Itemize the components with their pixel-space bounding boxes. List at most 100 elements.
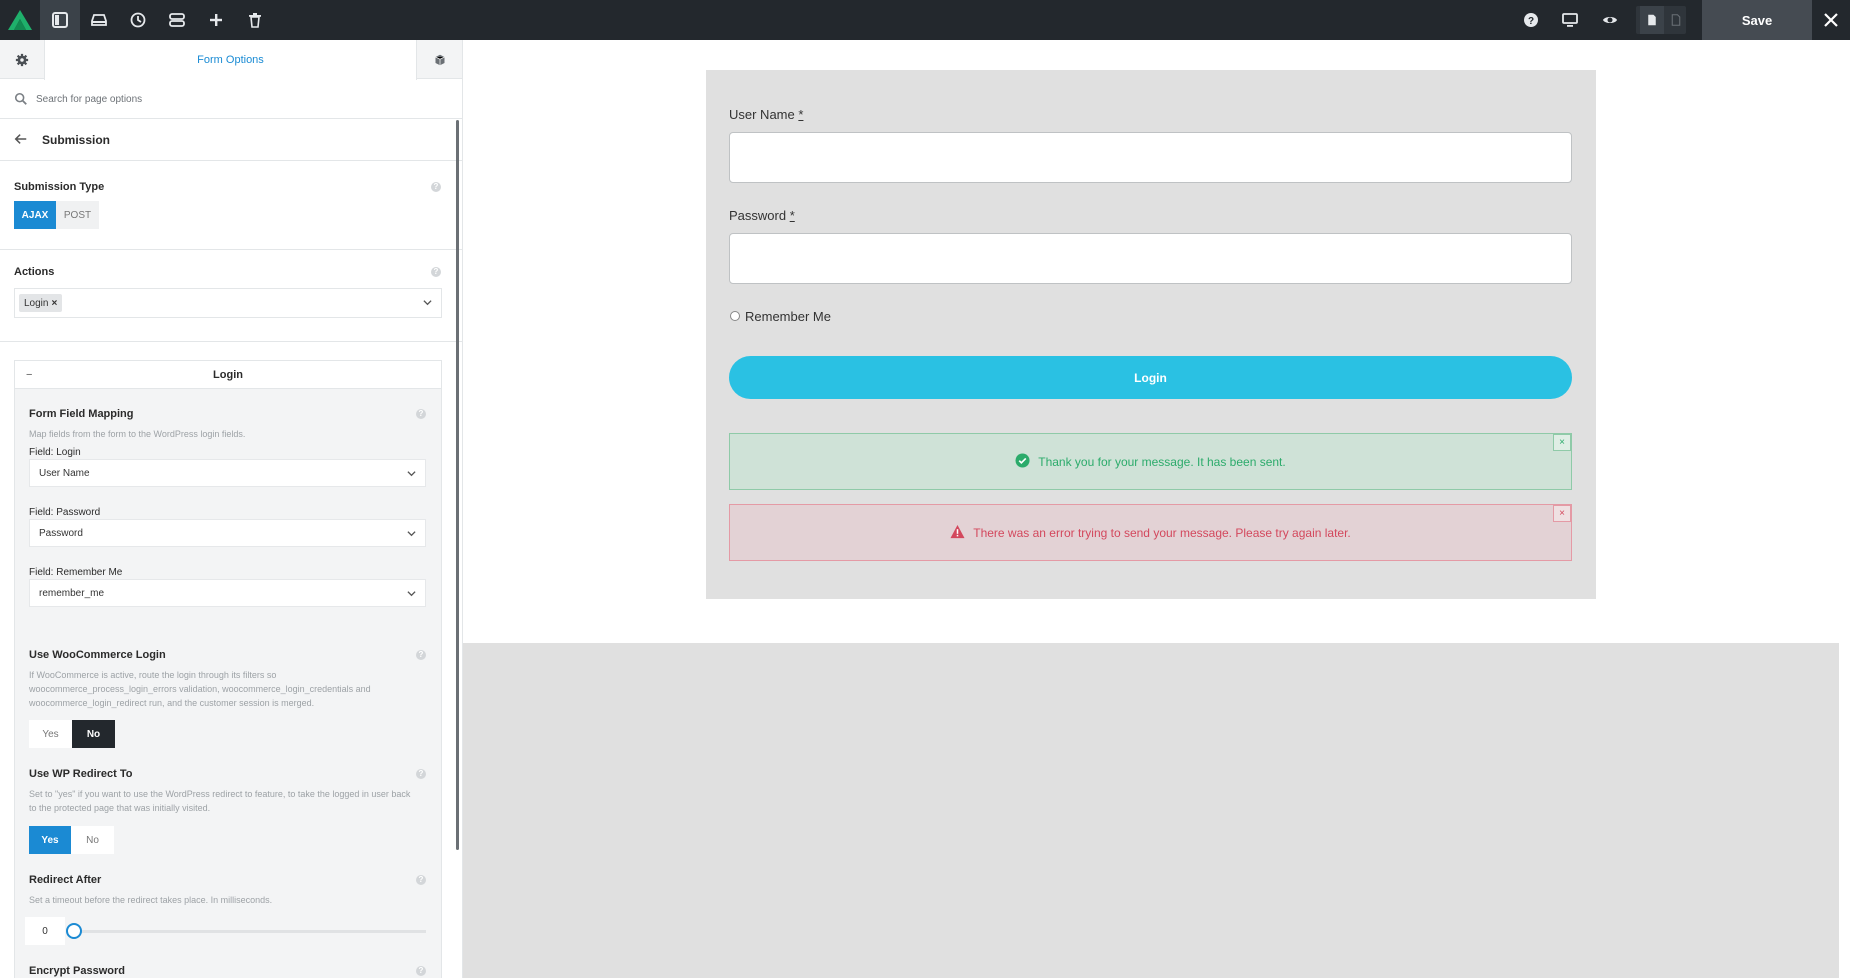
- section-header: Submission: [0, 119, 462, 161]
- sidebar-scrollbar[interactable]: [456, 120, 459, 850]
- chevron-down-icon: [407, 469, 416, 478]
- page-icon[interactable]: [1640, 6, 1664, 34]
- submission-post-button[interactable]: POST: [56, 201, 99, 229]
- divider: [0, 341, 462, 342]
- success-message-text: Thank you for your message. It has been …: [1038, 454, 1286, 469]
- wp-redirect-yes-button[interactable]: Yes: [29, 826, 71, 854]
- canvas-scrollbar[interactable]: [1839, 40, 1850, 978]
- close-icon[interactable]: [1812, 0, 1850, 40]
- required-mark: *: [789, 208, 795, 223]
- option-search: [0, 79, 462, 119]
- wp-redirect-desc-line: Set to "yes" if you want to use the Word…: [29, 789, 411, 799]
- error-message-text: There was an error trying to send your m…: [973, 525, 1351, 540]
- woocommerce-yes-button[interactable]: Yes: [29, 720, 72, 748]
- wp-redirect-no-button[interactable]: No: [71, 826, 114, 854]
- builder-logo[interactable]: [6, 8, 34, 32]
- search-input[interactable]: [36, 87, 436, 111]
- section-title: Submission: [42, 133, 111, 147]
- redirect-after-track[interactable]: [74, 930, 426, 933]
- search-icon: [14, 92, 28, 106]
- password-label: Password *: [729, 208, 795, 223]
- success-message: Thank you for your message. It has been …: [729, 433, 1572, 490]
- settings-gear-icon[interactable]: [0, 40, 44, 79]
- login-panel-title: Login: [213, 369, 243, 381]
- help-icon[interactable]: ?: [416, 769, 426, 779]
- sidebar-toggle-icon[interactable]: [40, 0, 80, 40]
- wp-redirect-desc-line: to the protected page that was initially…: [29, 803, 211, 813]
- redirect-after-slider-handle[interactable]: [66, 923, 82, 939]
- canvas-empty-area: [463, 643, 1839, 978]
- trash-icon[interactable]: [235, 0, 275, 40]
- desktop-icon[interactable]: [1550, 0, 1590, 40]
- options-sidebar: Form Options Submission Submission Type …: [0, 40, 463, 978]
- sidebar-tabs: Form Options: [0, 40, 462, 80]
- field-password-select[interactable]: Password: [29, 519, 426, 547]
- field-remember-label: Field: Remember Me: [29, 567, 123, 578]
- required-mark: *: [798, 107, 804, 122]
- collapse-icon[interactable]: −: [26, 369, 32, 381]
- field-mapping-desc: Map fields from the form to the WordPres…: [29, 429, 246, 439]
- help-icon[interactable]: ?: [416, 409, 426, 419]
- help-icon[interactable]: ?: [431, 267, 441, 277]
- password-input[interactable]: [729, 233, 1572, 284]
- submission-ajax-button[interactable]: AJAX: [14, 201, 56, 229]
- package-icon[interactable]: [417, 40, 462, 79]
- page-outline-icon[interactable]: [1664, 6, 1688, 34]
- field-remember-select[interactable]: remember_me: [29, 579, 426, 607]
- field-login-select[interactable]: User Name: [29, 459, 426, 487]
- check-circle-icon: [1015, 452, 1030, 471]
- svg-text:?: ?: [1528, 16, 1534, 27]
- redirect-after-desc: Set a timeout before the redirect takes …: [29, 895, 273, 905]
- help-icon[interactable]: ?: [1511, 0, 1551, 40]
- remember-me-label: Remember Me: [745, 309, 831, 324]
- chevron-down-icon: [423, 298, 432, 307]
- field-mapping-label: Form Field Mapping: [29, 408, 134, 420]
- woocommerce-no-button[interactable]: No: [72, 720, 115, 748]
- field-password-label: Field: Password: [29, 507, 101, 518]
- preview-icon[interactable]: [1590, 0, 1630, 40]
- tag-remove-icon[interactable]: ×: [51, 298, 57, 309]
- divider: [0, 249, 462, 250]
- login-panel-header[interactable]: Login −: [15, 361, 441, 389]
- save-button[interactable]: Save: [1702, 0, 1812, 40]
- redirect-after-input[interactable]: 0: [25, 917, 65, 945]
- chevron-down-icon: [407, 529, 416, 538]
- wp-redirect-toggle: Yes No: [29, 826, 114, 854]
- login-submit-button[interactable]: Login: [729, 356, 1572, 399]
- dismiss-error-icon[interactable]: ×: [1553, 505, 1571, 522]
- woocommerce-toggle: Yes No: [29, 720, 115, 748]
- tab-form-options[interactable]: Form Options: [44, 40, 417, 80]
- action-tag-label: Login: [24, 297, 49, 309]
- field-login-value: User Name: [39, 467, 90, 479]
- warning-triangle-icon: [950, 524, 965, 542]
- redirect-after-label: Redirect After: [29, 874, 102, 886]
- help-icon[interactable]: ?: [416, 875, 426, 885]
- help-icon[interactable]: ?: [431, 182, 441, 192]
- wp-redirect-label: Use WP Redirect To: [29, 768, 133, 780]
- dismiss-success-icon[interactable]: ×: [1553, 434, 1571, 451]
- history-icon[interactable]: [118, 0, 158, 40]
- field-login-label: Field: Login: [29, 447, 81, 458]
- help-icon[interactable]: ?: [416, 650, 426, 660]
- encrypt-password-label: Encrypt Password: [29, 965, 125, 977]
- woocommerce-desc-line: woocommerce_process_login_errors validat…: [29, 684, 371, 694]
- top-toolbar: ? Save: [0, 0, 1850, 40]
- help-icon[interactable]: ?: [416, 966, 426, 976]
- library-icon[interactable]: [79, 0, 119, 40]
- add-icon[interactable]: [196, 0, 236, 40]
- woocommerce-desc-line: If WooCommerce is active, route the logi…: [29, 670, 277, 680]
- back-arrow-icon[interactable]: [14, 132, 28, 146]
- submission-type-toggle: AJAX POST: [14, 201, 99, 229]
- woocommerce-login-label: Use WooCommerce Login: [29, 649, 166, 661]
- error-message: There was an error trying to send your m…: [729, 504, 1572, 561]
- actions-select[interactable]: [14, 288, 442, 318]
- username-label: User Name *: [729, 107, 804, 122]
- field-password-value: Password: [39, 527, 83, 539]
- remember-me-checkbox[interactable]: [730, 311, 740, 321]
- actions-label: Actions: [14, 266, 55, 278]
- chevron-down-icon: [407, 589, 416, 598]
- action-tag-login: Login ×: [19, 294, 63, 312]
- navigator-icon[interactable]: [157, 0, 197, 40]
- username-input[interactable]: [729, 132, 1572, 183]
- submission-type-label: Submission Type: [14, 181, 105, 193]
